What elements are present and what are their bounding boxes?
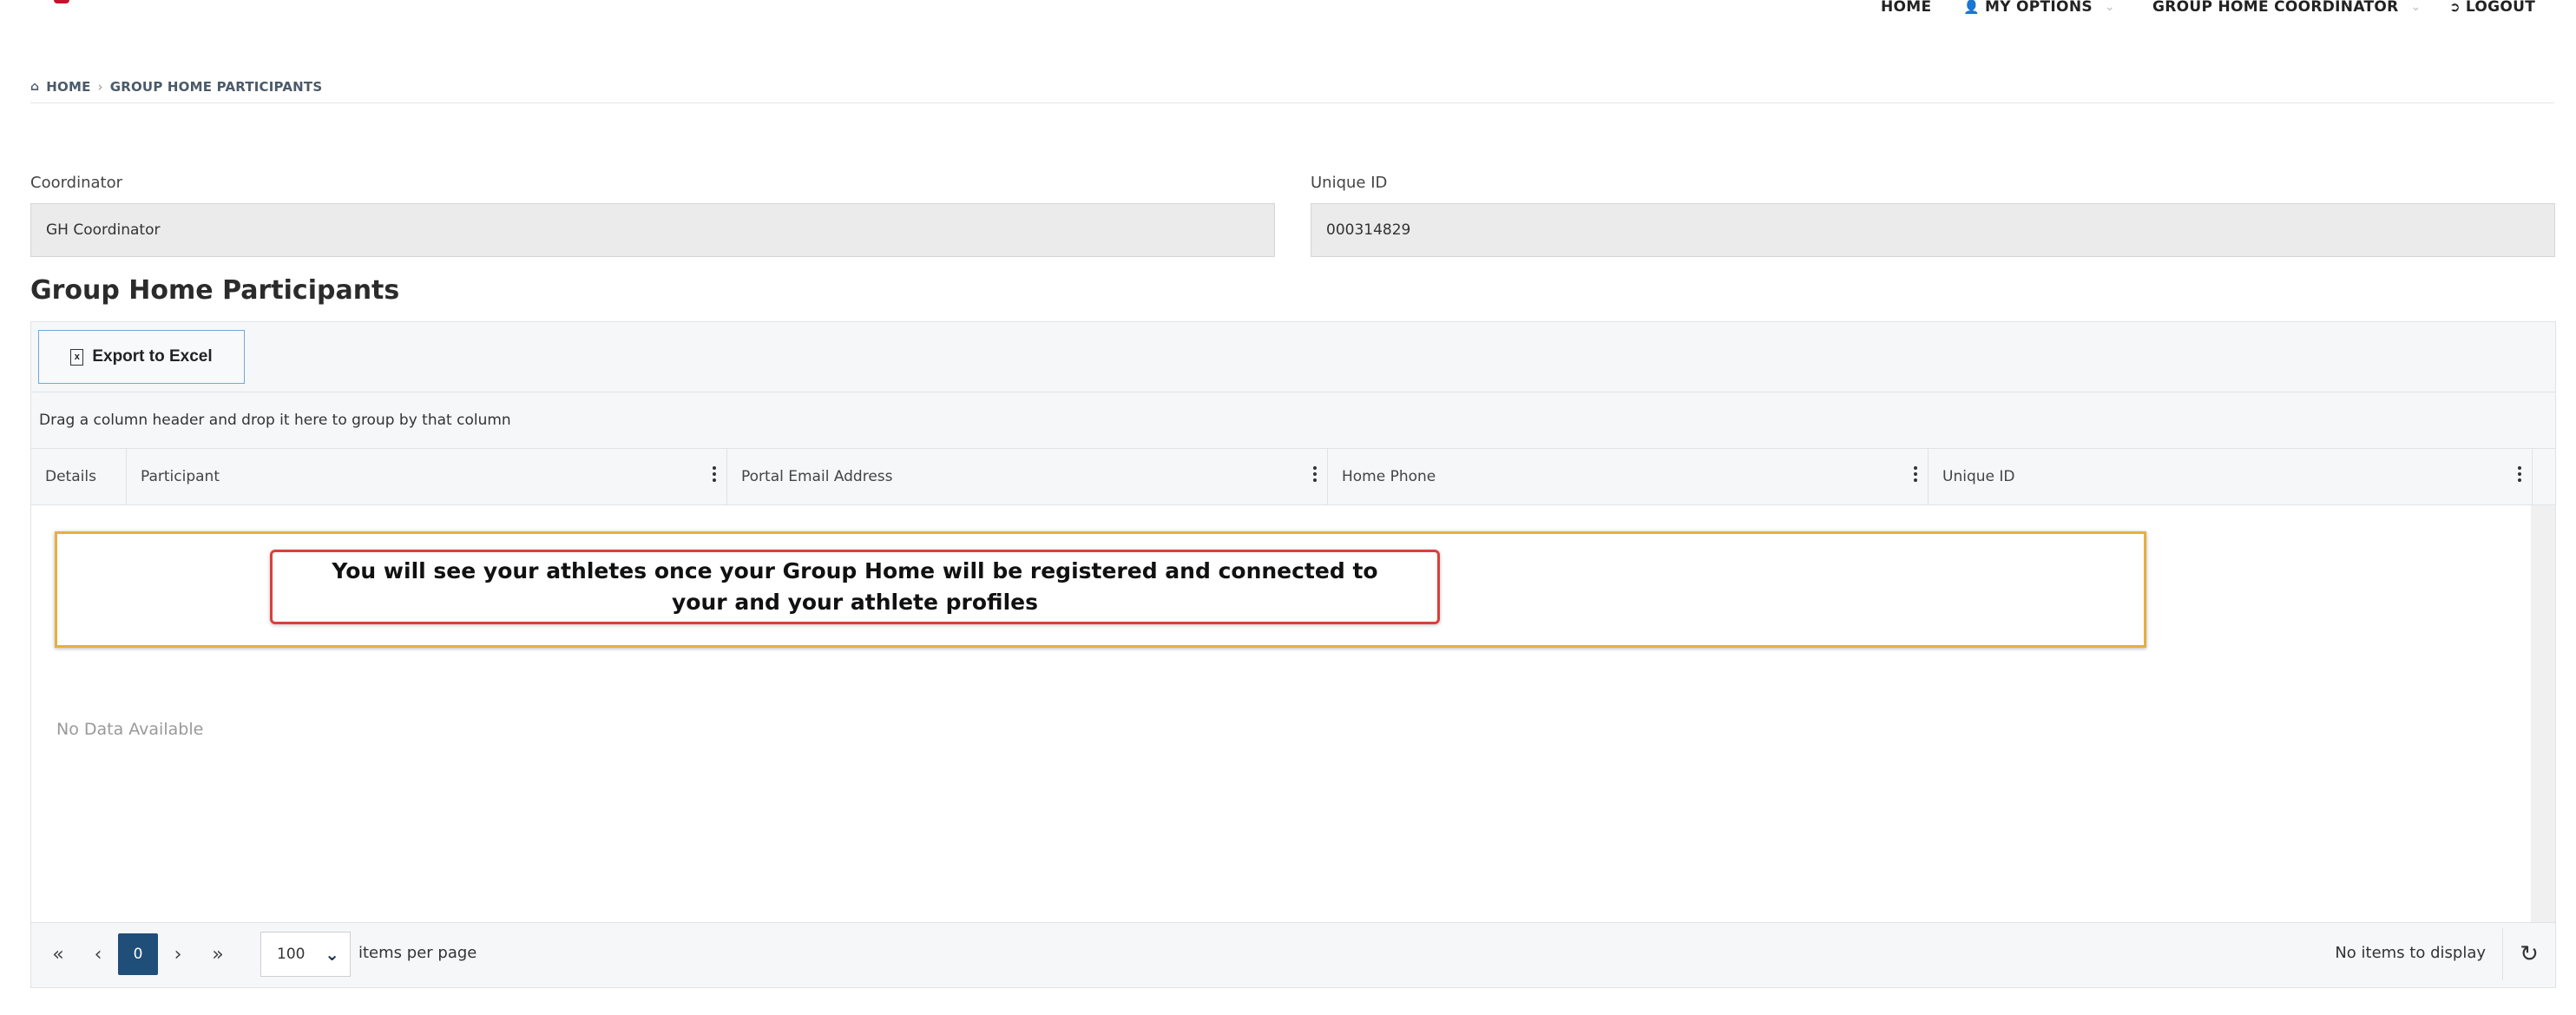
- top-nav: HOME 👤 MY OPTIONS ⌄ GROUP HOME COORDINAT…: [0, 0, 2576, 19]
- unique-id-field: 000314829: [1311, 203, 2555, 257]
- breadcrumb-separator-icon: ›: [97, 79, 103, 95]
- grid-header-row: Details Participant Portal Email Address…: [31, 449, 2555, 505]
- chevron-right-icon: ›: [174, 943, 182, 966]
- column-header-unique-id[interactable]: Unique ID: [1929, 449, 2533, 504]
- grid-body: You will see your athletes once your Gro…: [31, 505, 2555, 924]
- first-page-button[interactable]: «: [38, 933, 78, 975]
- current-page-number: 0: [133, 946, 143, 963]
- group-drop-panel[interactable]: Drag a column header and drop it here to…: [31, 392, 2555, 449]
- coordinator-field: GH Coordinator: [30, 203, 1275, 257]
- column-menu-icon[interactable]: [1313, 466, 1317, 484]
- logo[interactable]: [54, 0, 69, 3]
- refresh-icon: ↻: [2520, 941, 2539, 967]
- user-icon: 👤: [1963, 0, 1980, 15]
- page-size-select[interactable]: 100 ⌄: [260, 932, 351, 977]
- page-size-value: 100: [277, 946, 306, 963]
- column-menu-icon[interactable]: [2518, 466, 2521, 484]
- breadcrumb-current: GROUP HOME PARTICIPANTS: [109, 79, 323, 95]
- column-header-details[interactable]: Details: [31, 449, 127, 504]
- nav-role-label: GROUP HOME COORDINATOR: [2152, 0, 2399, 16]
- coordinator-label: Coordinator: [30, 174, 123, 192]
- grid-pager: « ‹ 0 › » 100 ⌄ items per page No items …: [31, 922, 2555, 987]
- home-icon: ⌂: [30, 80, 40, 94]
- nav-my-options[interactable]: 👤 MY OPTIONS ⌄: [1963, 0, 2115, 16]
- export-excel-label: Export to Excel: [92, 347, 213, 366]
- column-header-label: Participant: [141, 468, 220, 485]
- double-chevron-right-icon: »: [212, 943, 224, 966]
- column-header-label: Unique ID: [1942, 468, 2015, 485]
- column-menu-icon[interactable]: [713, 466, 716, 484]
- nav-role-menu[interactable]: GROUP HOME COORDINATOR ⌄: [2152, 0, 2422, 16]
- coordinator-value: GH Coordinator: [46, 221, 161, 239]
- column-header-label: Home Phone: [1342, 468, 1436, 485]
- notice-callout: You will see your athletes once your Gro…: [55, 531, 2146, 648]
- refresh-button[interactable]: ↻: [2502, 928, 2555, 980]
- chevron-down-icon: ⌄: [2104, 0, 2115, 14]
- current-page-button[interactable]: 0: [118, 933, 158, 975]
- page-title: Group Home Participants: [30, 275, 400, 306]
- per-page-label: items per page: [358, 944, 477, 962]
- double-chevron-left-icon: «: [52, 943, 64, 966]
- nav-home[interactable]: HOME: [1881, 0, 1932, 16]
- column-header-home-phone[interactable]: Home Phone: [1328, 449, 1929, 504]
- nav-home-label: HOME: [1881, 0, 1932, 16]
- nav-logout[interactable]: ➲ LOGOUT: [2449, 0, 2536, 16]
- chevron-down-icon: ⌄: [325, 944, 339, 965]
- column-menu-icon[interactable]: [1914, 466, 1917, 484]
- column-header-participant[interactable]: Participant: [127, 449, 727, 504]
- vertical-scrollbar[interactable]: [2531, 505, 2555, 924]
- next-page-button[interactable]: ›: [158, 933, 198, 975]
- last-page-button[interactable]: »: [198, 933, 238, 975]
- nav-my-options-label: MY OPTIONS: [1984, 0, 2093, 16]
- logout-icon: ➲: [2449, 0, 2461, 15]
- excel-file-icon: x: [70, 348, 84, 366]
- nav-logout-label: LOGOUT: [2465, 0, 2536, 16]
- notice-message: You will see your athletes once your Gro…: [270, 550, 1440, 624]
- column-header-label: Portal Email Address: [741, 468, 893, 485]
- breadcrumb: ⌂ HOME › GROUP HOME PARTICIPANTS: [30, 71, 2554, 103]
- column-header-email[interactable]: Portal Email Address: [727, 449, 1328, 504]
- breadcrumb-home[interactable]: HOME: [46, 79, 90, 95]
- unique-id-value: 000314829: [1326, 221, 1411, 239]
- export-excel-button[interactable]: x Export to Excel: [38, 330, 245, 384]
- column-header-label: Details: [45, 468, 96, 485]
- no-data-message: No Data Available: [56, 720, 204, 739]
- pager-info: No items to display: [2335, 944, 2486, 962]
- previous-page-button[interactable]: ‹: [78, 933, 118, 975]
- unique-id-label: Unique ID: [1311, 174, 1388, 192]
- grid-toolbar: x Export to Excel: [31, 322, 2555, 392]
- chevron-left-icon: ‹: [94, 943, 102, 966]
- participants-grid: x Export to Excel Drag a column header a…: [30, 321, 2556, 988]
- chevron-down-icon: ⌄: [2410, 0, 2422, 14]
- group-hint: Drag a column header and drop it here to…: [39, 412, 511, 429]
